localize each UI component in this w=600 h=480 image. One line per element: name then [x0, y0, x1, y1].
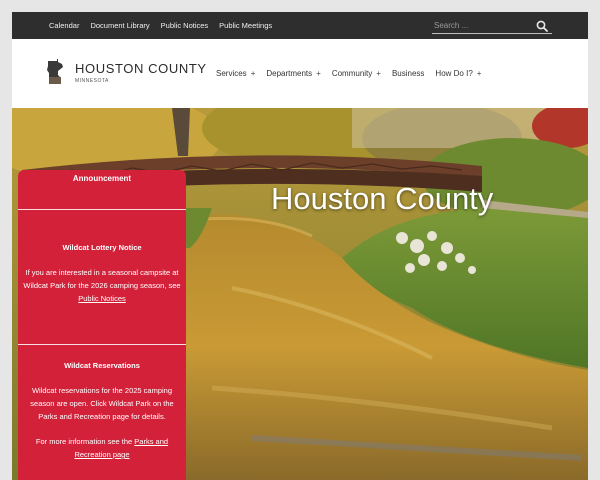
search-box: [432, 18, 552, 34]
reservations-title: Wildcat Reservations: [64, 361, 140, 370]
nav-label: Departments: [266, 68, 313, 78]
nav-label: How Do I?: [435, 68, 473, 78]
nav-item-community[interactable]: Community +: [332, 69, 381, 78]
nav-label: Services: [216, 68, 247, 78]
hero-title: Houston County: [271, 181, 494, 216]
lottery-text: If you are interested in a seasonal camp…: [21, 266, 183, 305]
site-title[interactable]: HOUSTON COUNTY: [75, 61, 207, 76]
reservations-notice: Wildcat Reservations Wildcat reservation…: [18, 359, 186, 461]
lottery-title: Wildcat Lottery Notice: [62, 243, 142, 252]
more-info-text: For more information see the: [35, 437, 135, 446]
expand-icon[interactable]: +: [477, 69, 482, 78]
minnesota-map-icon[interactable]: [46, 59, 66, 85]
expand-icon[interactable]: +: [251, 69, 256, 78]
site-subtitle: MINNESOTA: [75, 78, 109, 84]
expand-icon[interactable]: +: [376, 69, 381, 78]
nav-item-departments[interactable]: Departments +: [266, 69, 320, 78]
search-icon[interactable]: [536, 19, 548, 32]
hero-banner: Houston County Announcement Wildcat Lott…: [12, 108, 588, 480]
lottery-notice: Wildcat Lottery Notice If you are intere…: [18, 241, 186, 345]
utility-link-public-notices[interactable]: Public Notices: [161, 21, 209, 30]
lottery-body: If you are interested in a seasonal camp…: [23, 268, 181, 290]
utility-bar: Calendar Document Library Public Notices…: [12, 12, 588, 39]
expand-icon[interactable]: +: [316, 69, 321, 78]
nav-item-how-do-i[interactable]: How Do I? +: [435, 69, 481, 78]
public-notices-link[interactable]: Public Notices: [78, 294, 126, 303]
announcement-heading: Announcement: [18, 170, 186, 210]
utility-link-calendar[interactable]: Calendar: [49, 21, 79, 30]
page-frame: Calendar Document Library Public Notices…: [12, 12, 588, 480]
announcement-panel: Announcement Wildcat Lottery Notice If y…: [18, 170, 186, 480]
site-header: HOUSTON COUNTY MINNESOTA Services + Depa…: [12, 39, 588, 108]
nav-label: Business: [391, 68, 425, 78]
utility-link-public-meetings[interactable]: Public Meetings: [219, 21, 272, 30]
main-nav: Services + Departments + Community + Bus…: [216, 66, 492, 80]
utility-nav: Calendar Document Library Public Notices…: [49, 12, 283, 39]
reservations-more: For more information see the Parks and R…: [21, 435, 183, 461]
nav-item-services[interactable]: Services +: [216, 69, 255, 78]
reservations-text: Wildcat reservations for the 2025 campin…: [30, 386, 174, 421]
nav-item-business[interactable]: Business: [392, 69, 424, 78]
nav-label: Community: [331, 68, 373, 78]
search-input[interactable]: [434, 18, 530, 33]
utility-link-document-library[interactable]: Document Library: [90, 21, 149, 30]
